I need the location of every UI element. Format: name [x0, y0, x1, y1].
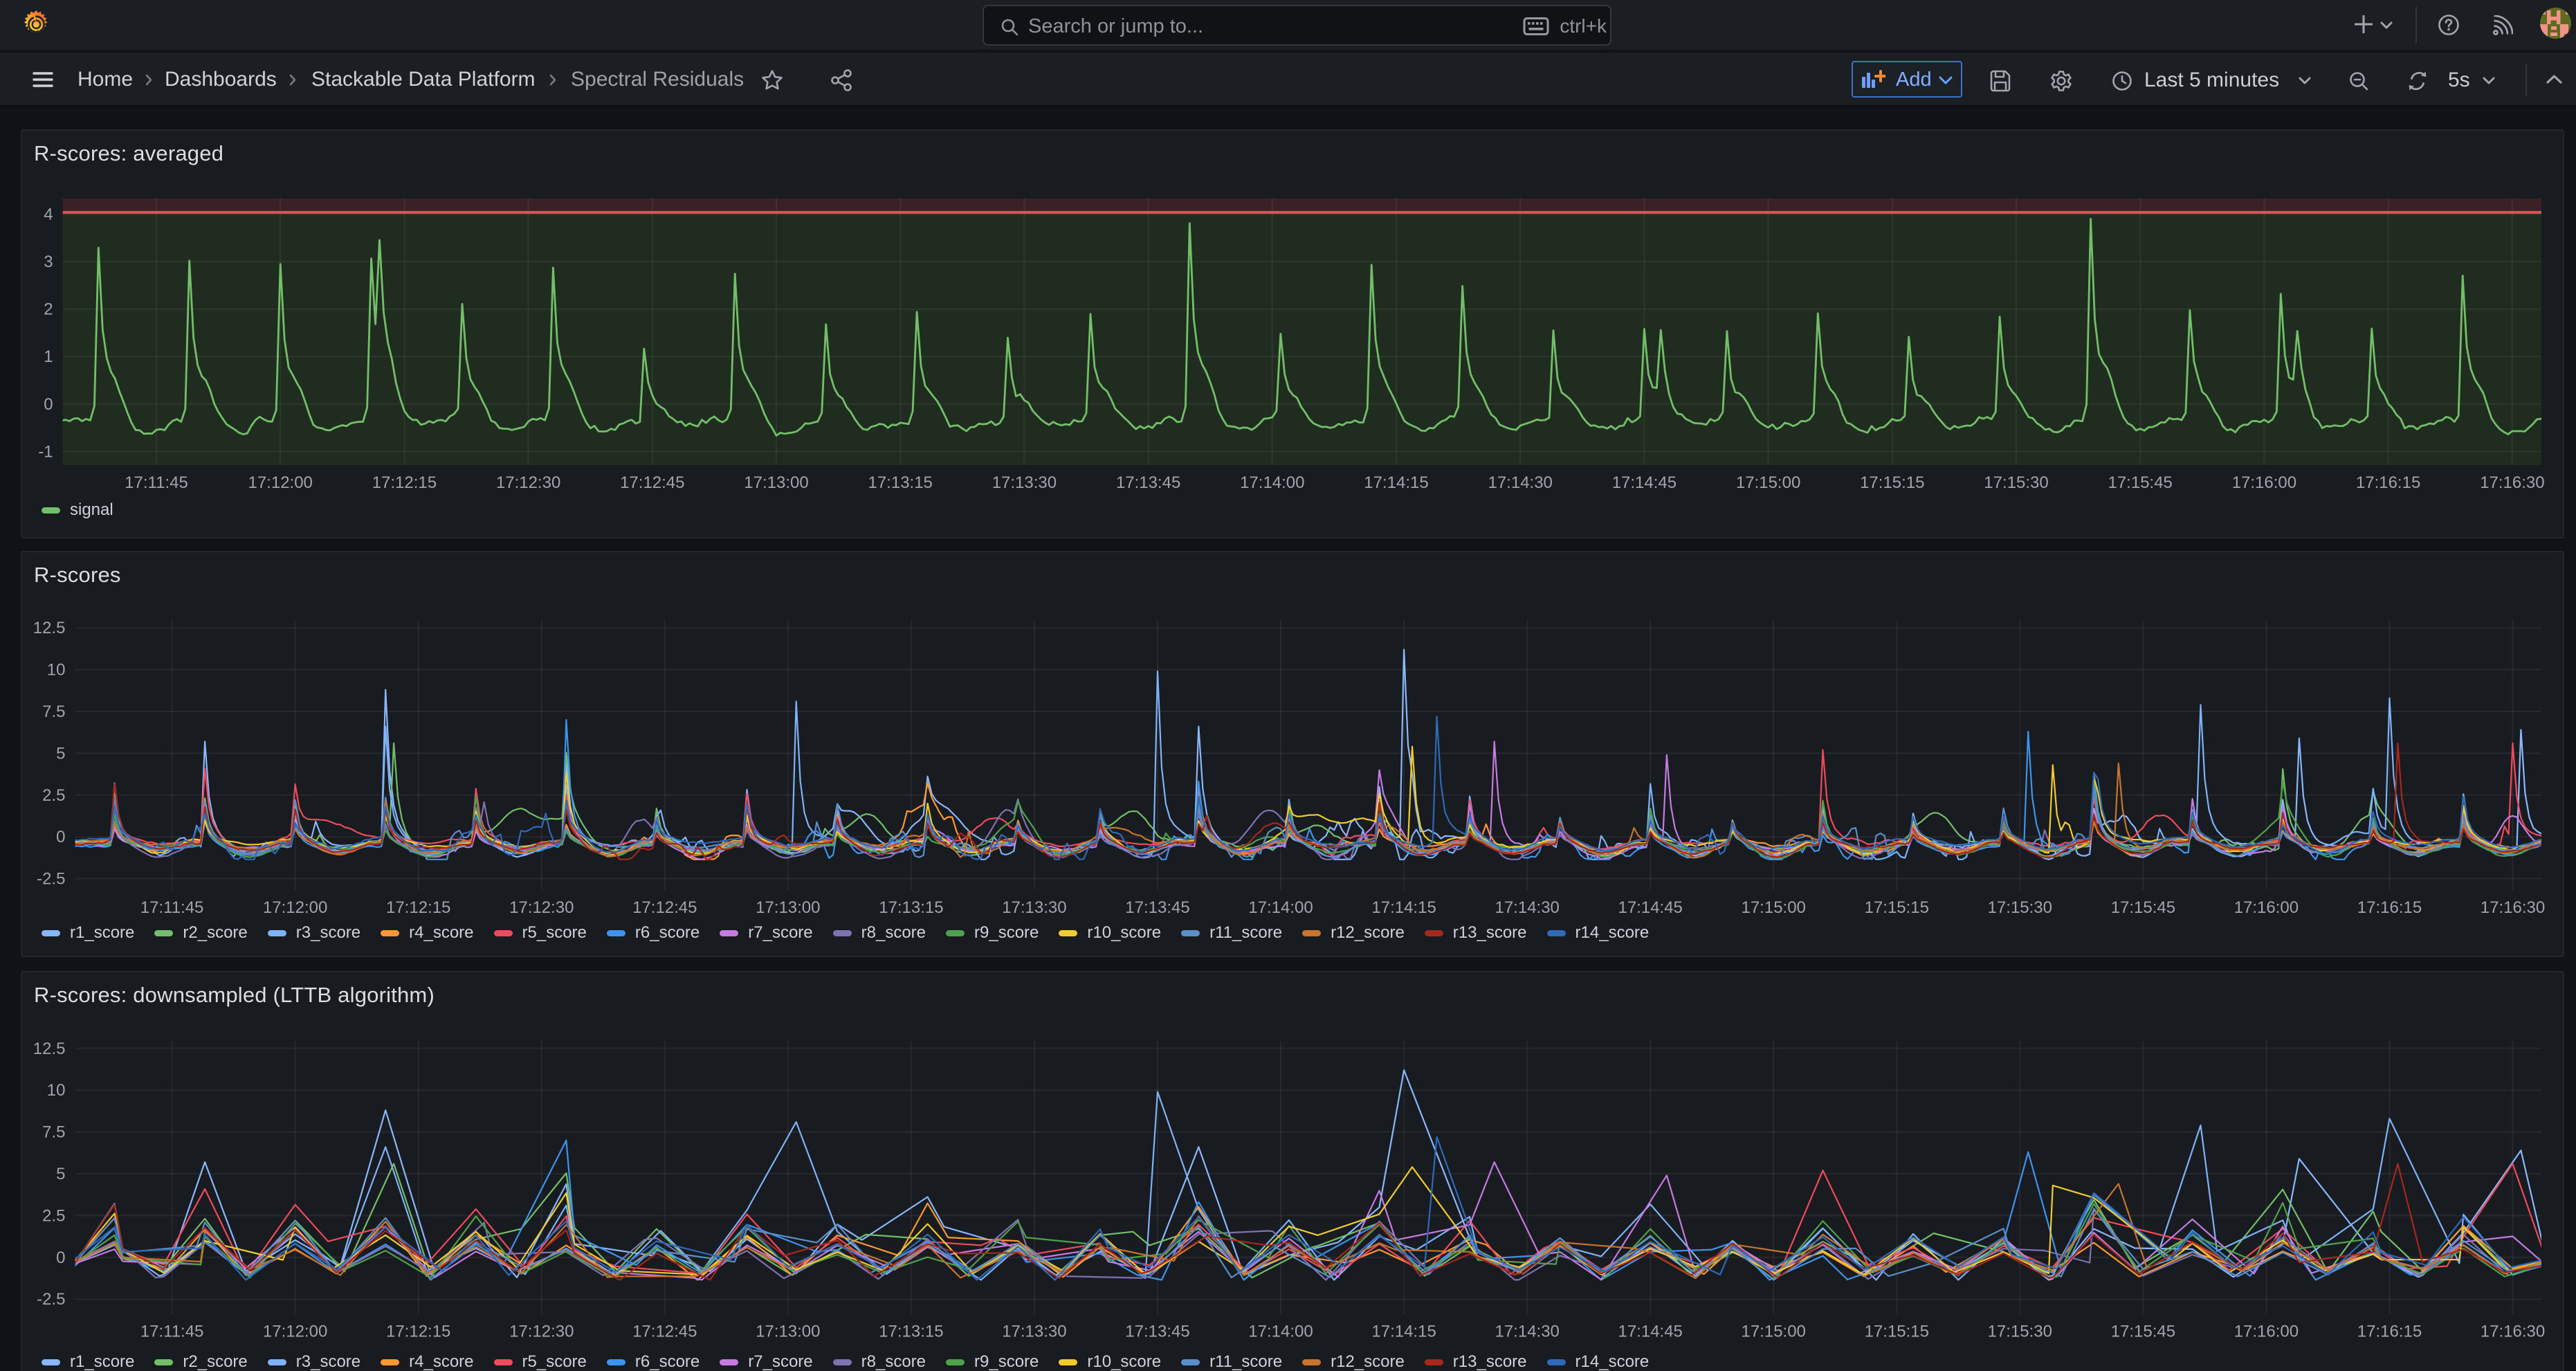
svg-text:5: 5 — [56, 744, 65, 763]
svg-text:17:15:00: 17:15:00 — [1741, 898, 1805, 917]
svg-text:2.5: 2.5 — [42, 786, 65, 805]
svg-text:0: 0 — [44, 395, 53, 414]
svg-text:17:16:30: 17:16:30 — [2481, 1323, 2545, 1341]
svg-text:17:16:15: 17:16:15 — [2356, 473, 2420, 492]
svg-text:12.5: 12.5 — [33, 1039, 66, 1058]
svg-text:10: 10 — [47, 661, 66, 680]
svg-text:17:15:45: 17:15:45 — [2111, 898, 2175, 917]
svg-text:4: 4 — [44, 205, 53, 224]
svg-text:17:14:15: 17:14:15 — [1371, 898, 1436, 917]
svg-text:17:15:15: 17:15:15 — [1865, 898, 1929, 917]
svg-text:17:12:15: 17:12:15 — [386, 1323, 450, 1341]
svg-text:17:12:00: 17:12:00 — [263, 898, 327, 917]
svg-text:17:14:15: 17:14:15 — [1364, 473, 1428, 492]
svg-text:17:14:30: 17:14:30 — [1488, 473, 1552, 492]
svg-text:0: 0 — [56, 1249, 65, 1267]
svg-text:17:15:45: 17:15:45 — [2111, 1323, 2175, 1341]
svg-text:17:16:30: 17:16:30 — [2481, 898, 2545, 917]
svg-text:17:13:45: 17:13:45 — [1125, 898, 1189, 917]
svg-text:17:15:00: 17:15:00 — [1741, 1323, 1805, 1341]
svg-text:17:15:30: 17:15:30 — [1988, 898, 2052, 917]
svg-text:7.5: 7.5 — [42, 702, 65, 721]
svg-text:17:14:45: 17:14:45 — [1612, 473, 1677, 492]
svg-text:17:13:45: 17:13:45 — [1116, 473, 1180, 492]
svg-text:1: 1 — [44, 347, 53, 366]
svg-text:2: 2 — [44, 300, 53, 319]
svg-text:10: 10 — [47, 1081, 66, 1100]
svg-text:17:12:30: 17:12:30 — [509, 1323, 574, 1341]
svg-text:17:13:30: 17:13:30 — [1002, 898, 1066, 917]
svg-text:17:15:15: 17:15:15 — [1860, 473, 1924, 492]
svg-text:17:14:15: 17:14:15 — [1371, 1323, 1436, 1341]
svg-text:17:12:45: 17:12:45 — [632, 898, 697, 917]
svg-text:17:16:30: 17:16:30 — [2480, 473, 2544, 492]
svg-text:17:14:30: 17:14:30 — [1495, 1323, 1559, 1341]
svg-text:17:14:45: 17:14:45 — [1618, 898, 1682, 917]
svg-text:17:15:15: 17:15:15 — [1865, 1323, 1929, 1341]
svg-text:17:14:00: 17:14:00 — [1240, 473, 1304, 492]
svg-text:17:11:45: 17:11:45 — [125, 473, 188, 492]
svg-text:17:12:30: 17:12:30 — [496, 473, 560, 492]
svg-text:17:14:00: 17:14:00 — [1248, 1323, 1313, 1341]
svg-text:17:12:15: 17:12:15 — [372, 473, 437, 492]
svg-text:17:13:15: 17:13:15 — [879, 1323, 943, 1341]
svg-text:7.5: 7.5 — [42, 1123, 65, 1142]
svg-text:17:15:30: 17:15:30 — [1984, 473, 2048, 492]
svg-text:-2.5: -2.5 — [37, 1290, 65, 1309]
svg-text:12.5: 12.5 — [33, 619, 66, 637]
svg-text:17:16:00: 17:16:00 — [2232, 473, 2296, 492]
svg-text:17:15:00: 17:15:00 — [1736, 473, 1800, 492]
svg-text:17:12:00: 17:12:00 — [248, 473, 312, 492]
svg-text:17:13:00: 17:13:00 — [756, 898, 820, 917]
svg-text:0: 0 — [56, 828, 65, 846]
svg-text:17:12:45: 17:12:45 — [632, 1323, 697, 1341]
svg-text:17:16:00: 17:16:00 — [2234, 898, 2299, 917]
svg-text:17:13:30: 17:13:30 — [1002, 1323, 1066, 1341]
svg-text:5: 5 — [56, 1165, 65, 1183]
svg-text:3: 3 — [44, 253, 53, 271]
svg-text:17:16:15: 17:16:15 — [2357, 898, 2422, 917]
svg-text:17:16:15: 17:16:15 — [2357, 1323, 2422, 1341]
svg-text:17:13:00: 17:13:00 — [744, 473, 808, 492]
svg-text:17:14:00: 17:14:00 — [1248, 898, 1313, 917]
svg-text:17:12:30: 17:12:30 — [509, 898, 574, 917]
svg-text:17:11:45: 17:11:45 — [140, 1323, 204, 1341]
svg-text:17:12:45: 17:12:45 — [620, 473, 684, 492]
svg-text:17:13:30: 17:13:30 — [992, 473, 1057, 492]
svg-text:-1: -1 — [38, 442, 53, 461]
svg-text:17:13:15: 17:13:15 — [868, 473, 932, 492]
svg-text:17:16:00: 17:16:00 — [2234, 1323, 2299, 1341]
svg-text:17:13:45: 17:13:45 — [1125, 1323, 1189, 1341]
svg-text:17:12:00: 17:12:00 — [263, 1323, 327, 1341]
svg-text:17:12:15: 17:12:15 — [386, 898, 450, 917]
svg-text:-2.5: -2.5 — [37, 870, 65, 889]
svg-text:17:15:30: 17:15:30 — [1988, 1323, 2052, 1341]
svg-text:17:14:45: 17:14:45 — [1618, 1323, 1682, 1341]
svg-text:17:13:00: 17:13:00 — [756, 1323, 820, 1341]
svg-text:17:15:45: 17:15:45 — [2108, 473, 2172, 492]
svg-text:17:11:45: 17:11:45 — [140, 898, 204, 917]
svg-text:17:14:30: 17:14:30 — [1495, 898, 1559, 917]
svg-text:17:13:15: 17:13:15 — [879, 898, 943, 917]
svg-text:2.5: 2.5 — [42, 1206, 65, 1225]
